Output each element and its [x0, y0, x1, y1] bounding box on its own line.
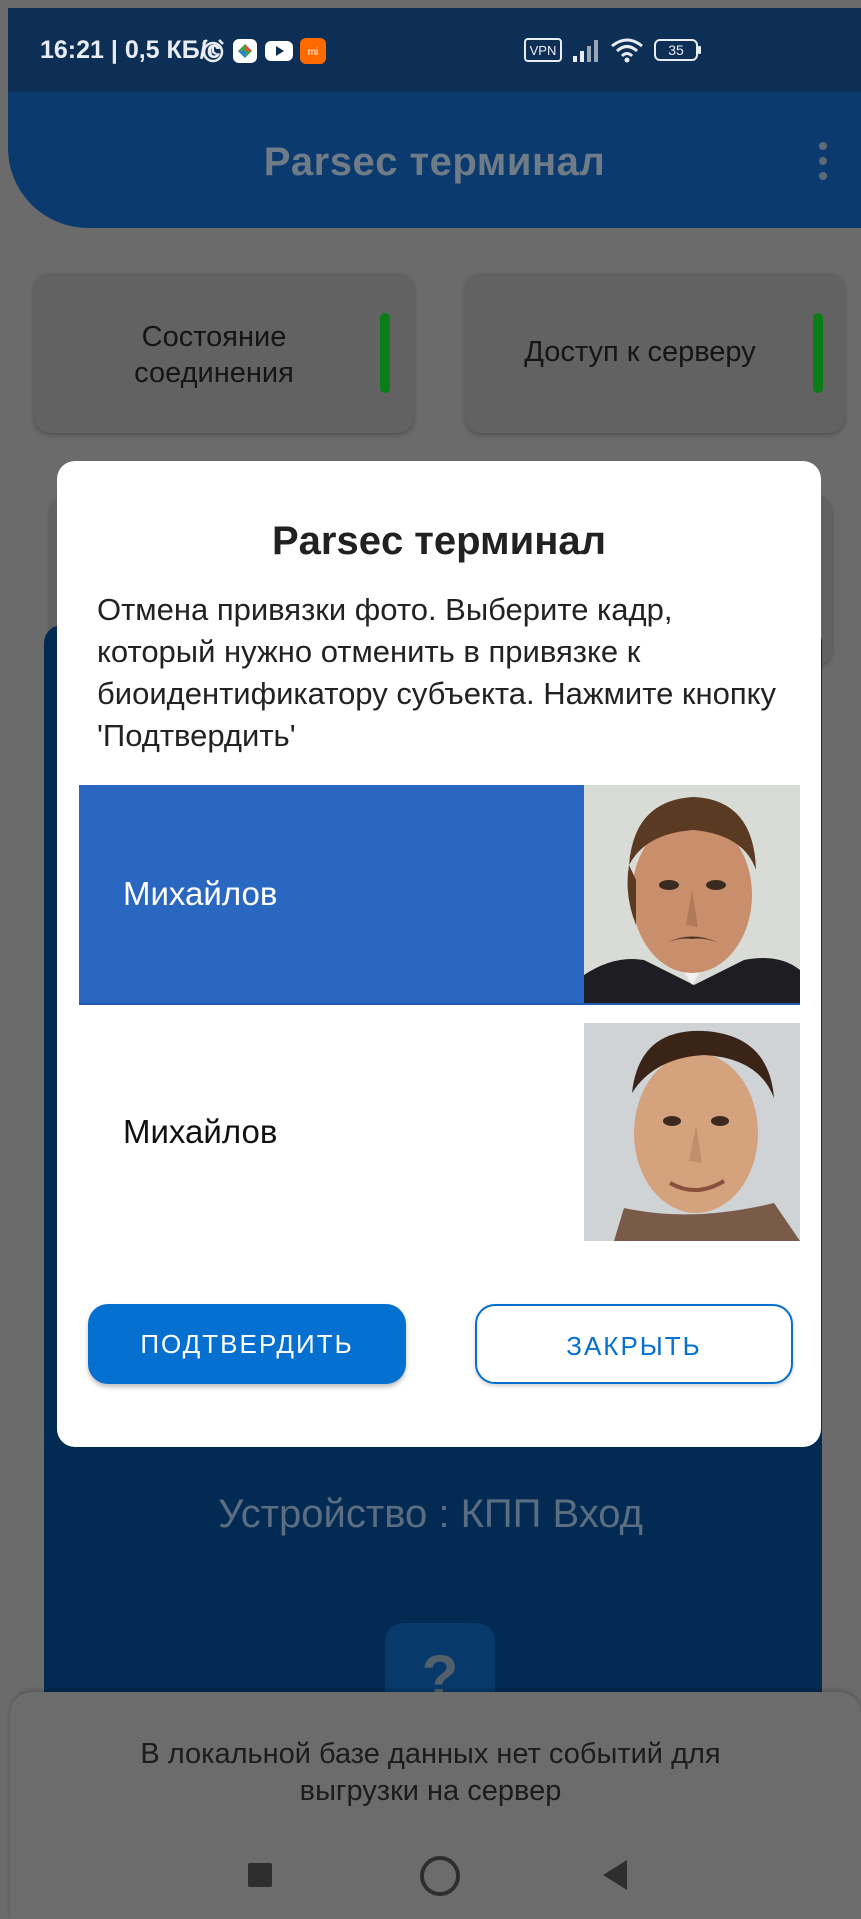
- svg-text:VPN: VPN: [530, 43, 557, 58]
- status-time: 16:21 | 0,5 КБ/с: [40, 36, 221, 64]
- server-access-label: Доступ к серверу: [524, 336, 756, 368]
- back-button[interactable]: [603, 1860, 627, 1890]
- list-item-name: Михайлов: [123, 875, 278, 912]
- face-photo: [584, 1023, 800, 1241]
- status-bar: 16:21 | 0,5 КБ/с mi VPN 35: [8, 8, 861, 92]
- battery-icon: 35: [654, 38, 702, 67]
- confirm-button[interactable]: ПОДТВЕРДИТЬ: [88, 1304, 406, 1384]
- server-access-indicator: [813, 313, 823, 393]
- dialog: Parsec терминал Отмена привязки фото. Вы…: [57, 461, 821, 1447]
- connection-status-label: Состояние соединения: [134, 321, 294, 389]
- app-icon: [232, 38, 258, 69]
- vpn-icon: VPN: [524, 38, 562, 67]
- youtube-icon: [264, 38, 294, 69]
- list-item[interactable]: Михайлов: [79, 785, 800, 1005]
- recent-apps-button[interactable]: [248, 1863, 272, 1887]
- more-vert-icon[interactable]: [819, 142, 827, 187]
- bottom-message: В локальной базе данных нет событий для …: [140, 1738, 721, 1807]
- dialog-title: Parsec терминал: [271, 519, 607, 563]
- list-item-name: Михайлов: [123, 1113, 278, 1150]
- svg-text:35: 35: [668, 42, 684, 58]
- app-bar: Parsec терминал: [8, 92, 861, 228]
- server-access-card[interactable]: Доступ к серверу: [465, 273, 845, 433]
- device-label: Устройство : КПП Вход: [218, 1492, 643, 1536]
- svg-text:mi: mi: [308, 47, 319, 58]
- alarm-icon: [200, 38, 226, 69]
- wifi-icon: [610, 36, 644, 69]
- face-photo: [584, 785, 800, 1003]
- close-button[interactable]: ЗАКРЫТЬ: [475, 1304, 793, 1384]
- connection-status-card[interactable]: Состояние соединения: [34, 273, 414, 433]
- dialog-message: Отмена привязки фото. Выберите кадр, кот…: [97, 592, 777, 753]
- app-title: Parsec терминал: [263, 140, 606, 184]
- connection-indicator: [380, 313, 390, 393]
- signal-icon: [571, 38, 603, 69]
- mi-icon: mi: [300, 38, 326, 69]
- home-button[interactable]: [420, 1856, 460, 1896]
- list-item[interactable]: Михайлов: [79, 1023, 800, 1241]
